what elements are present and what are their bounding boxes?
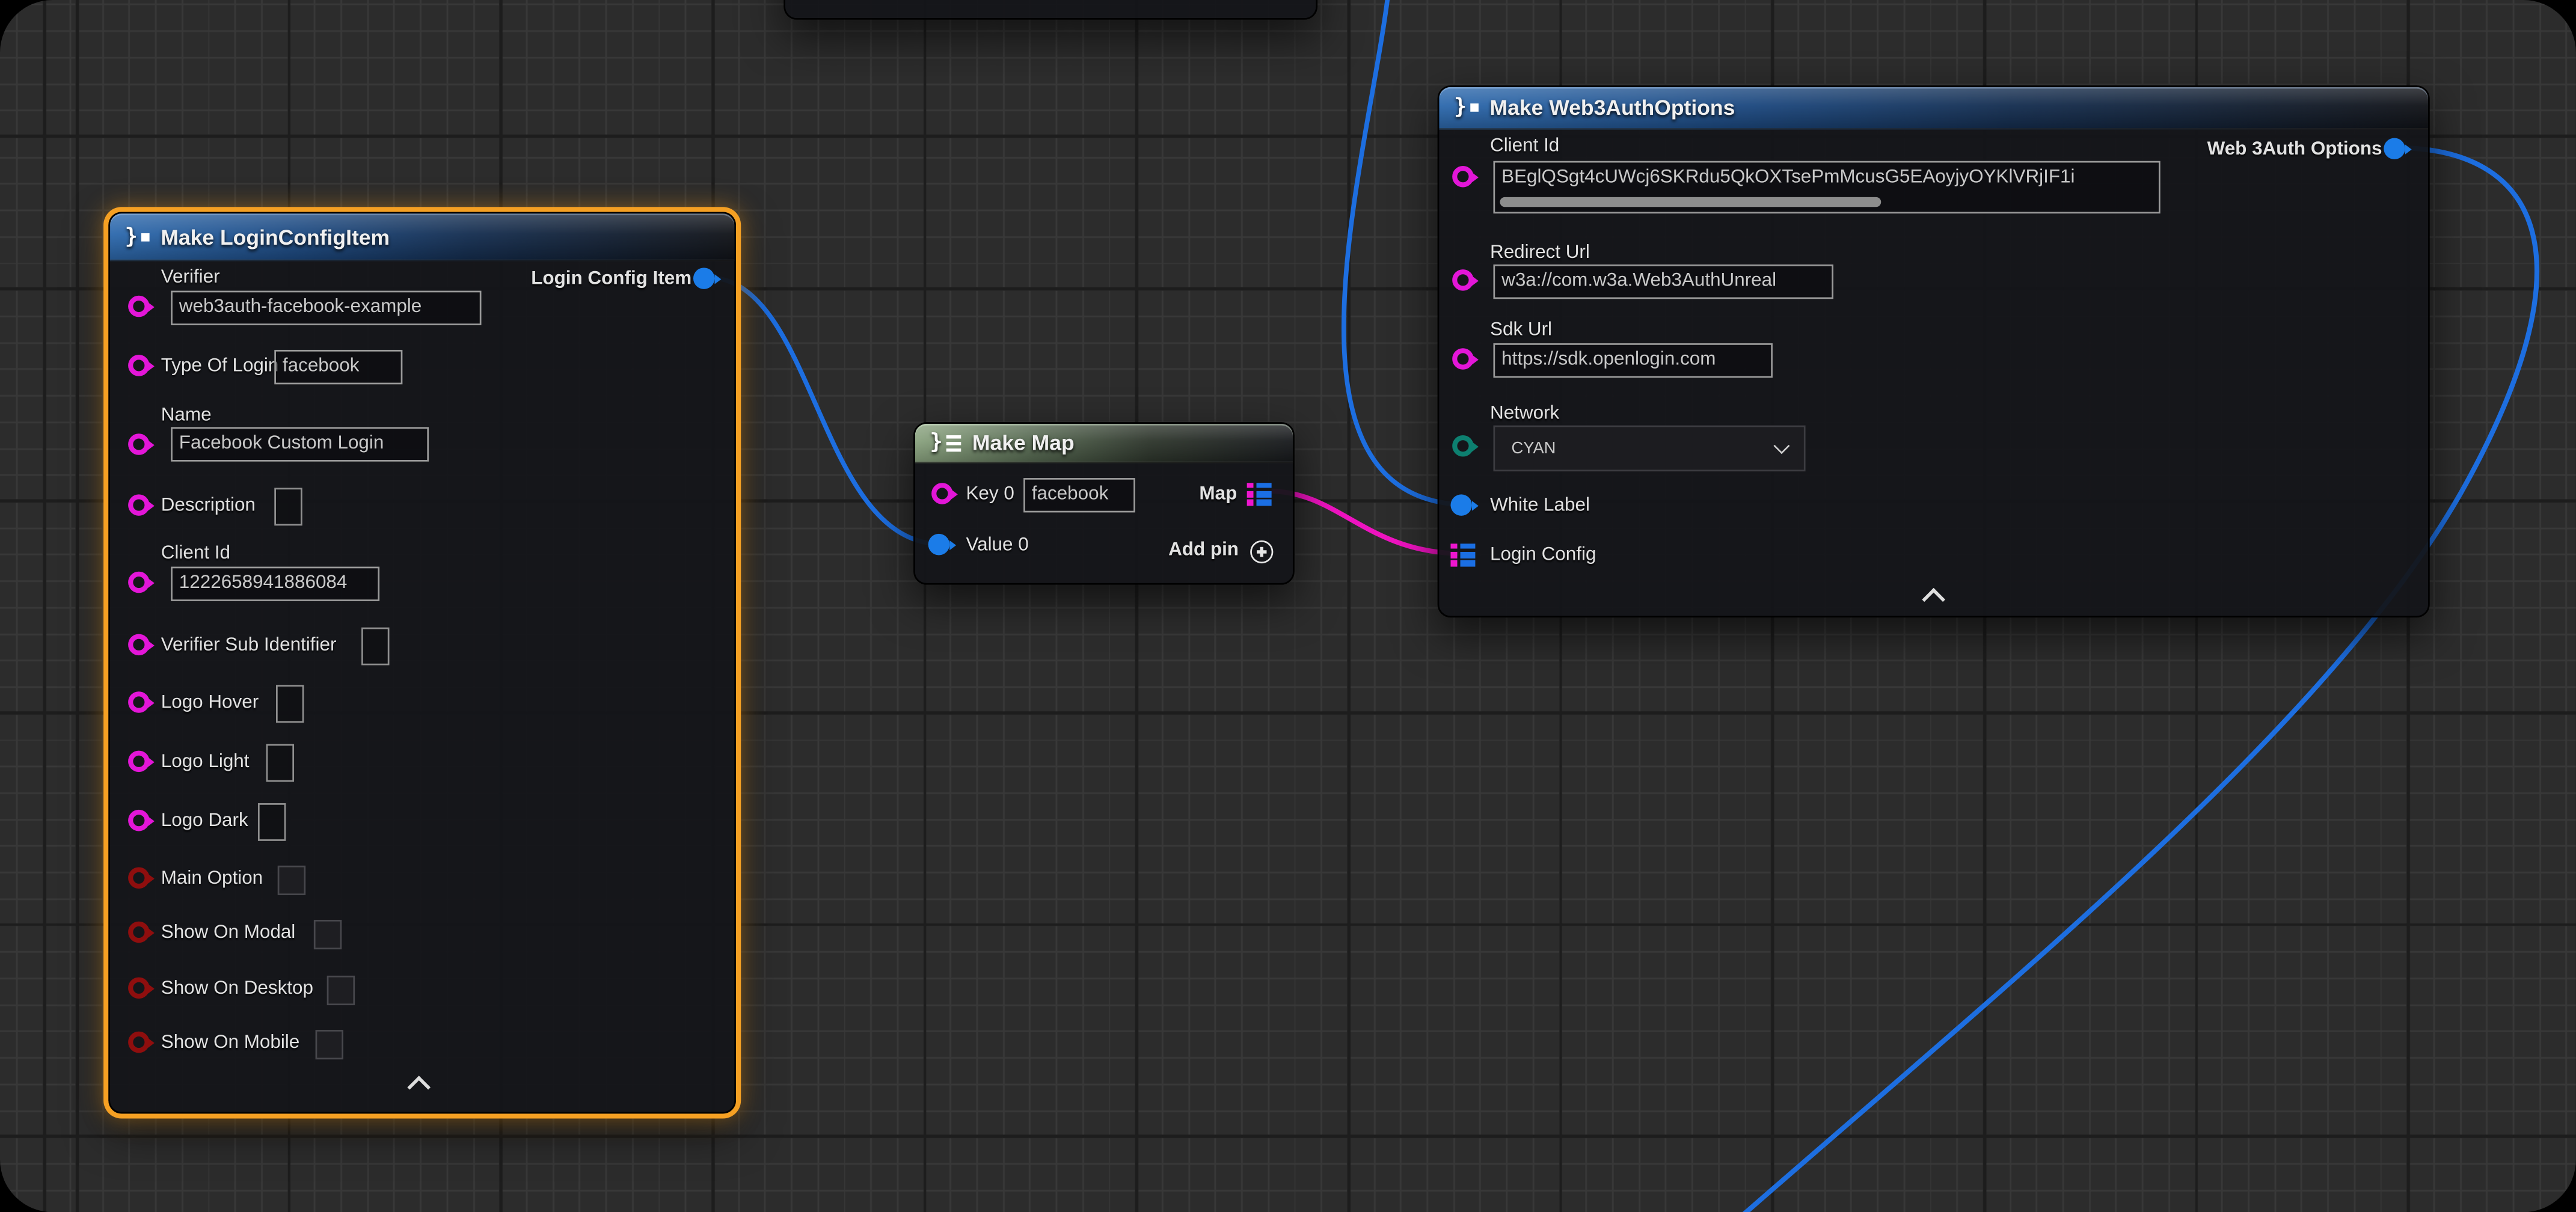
pin-label-sdk-url: Sdk Url: [1490, 320, 1552, 340]
add-pin-label[interactable]: Add pin: [1168, 540, 1239, 560]
output-pin-map[interactable]: [1247, 483, 1272, 507]
pin-label-client-id: Client Id: [1490, 136, 1559, 156]
pin-main-option[interactable]: [128, 868, 150, 889]
show-on-mobile-checkbox[interactable]: [316, 1030, 343, 1059]
dropdown-chevron-icon: [1773, 438, 1789, 454]
pin-white-label[interactable]: [1450, 494, 1472, 516]
pin-redirect-url[interactable]: [1452, 269, 1474, 291]
node-header[interactable]: } Make LoginConfigItem: [110, 213, 734, 261]
wire-map-to-login-config[interactable]: [1272, 491, 1459, 554]
logo-light-input[interactable]: [266, 744, 294, 782]
pin-label-network: Network: [1490, 404, 1559, 424]
wire-login-config-item-to-value0[interactable]: [710, 278, 933, 544]
pin-label-type-of-login: Type Of Login: [161, 357, 279, 376]
pin-label-client-id: Client Id: [161, 543, 230, 563]
blueprint-graph-stage: } Make LoginConfigItem Login Config Item…: [0, 0, 2576, 1212]
pin-network[interactable]: [1452, 435, 1474, 457]
output-pin-label: Web 3Auth Options: [2207, 139, 2382, 159]
pin-label-verifier-sub-identifier: Verifier Sub Identifier: [161, 635, 337, 655]
blueprint-graph-canvas[interactable]: } Make LoginConfigItem Login Config Item…: [0, 0, 2576, 1212]
pin-label-show-on-mobile: Show On Mobile: [161, 1033, 300, 1053]
verifier-input[interactable]: web3auth-facebook-example: [171, 291, 481, 325]
pin-logo-dark[interactable]: [128, 810, 150, 831]
output-pin-label: Login Config Item: [531, 269, 692, 289]
node-title: Make Web3AuthOptions: [1490, 95, 1735, 120]
pin-label-logo-hover: Logo Hover: [161, 693, 259, 713]
node-title: Make LoginConfigItem: [161, 224, 390, 249]
output-pin-login-config-item[interactable]: [693, 268, 715, 289]
pin-sdk-url[interactable]: [1452, 348, 1474, 370]
pin-show-on-desktop[interactable]: [128, 978, 150, 999]
node-title: Make Map: [972, 430, 1075, 455]
node-make-web3auth-options[interactable]: } Make Web3AuthOptions Web 3Auth Options…: [1438, 85, 2430, 617]
pin-verifier-sub-identifier[interactable]: [128, 634, 150, 656]
pin-label-show-on-modal: Show On Modal: [161, 923, 296, 943]
add-pin-icon[interactable]: [1250, 540, 1273, 563]
pin-label-show-on-desktop: Show On Desktop: [161, 979, 313, 999]
node-make-login-config-item[interactable]: } Make LoginConfigItem Login Config Item…: [108, 212, 736, 1113]
network-selected-value: CYAN: [1512, 439, 1556, 458]
description-input[interactable]: [274, 488, 302, 525]
pin-label-white-label: White Label: [1490, 496, 1590, 516]
node-header[interactable]: } Make Web3AuthOptions: [1439, 87, 2428, 130]
pin-label-login-config: Login Config: [1490, 545, 1596, 565]
logo-hover-input[interactable]: [276, 685, 304, 723]
pin-login-config[interactable]: [1450, 543, 1475, 568]
pin-label-description: Description: [161, 496, 256, 516]
sdk-url-input[interactable]: https://sdk.openlogin.com: [1493, 343, 1772, 378]
pin-label-value-0: Value 0: [966, 536, 1028, 556]
pin-logo-hover[interactable]: [128, 691, 150, 713]
pin-logo-light[interactable]: [128, 751, 150, 773]
make-struct-icon: }: [125, 224, 150, 249]
make-struct-icon: }: [1454, 95, 1479, 120]
pin-verifier[interactable]: [128, 296, 150, 317]
client-id-input[interactable]: 1222658941886084: [171, 567, 379, 601]
node-header[interactable]: } Make Map: [915, 424, 1293, 464]
pin-label-redirect-url: Redirect Url: [1490, 243, 1590, 263]
key-0-input[interactable]: facebook: [1023, 478, 1135, 512]
show-on-desktop-checkbox[interactable]: [327, 976, 355, 1005]
name-input[interactable]: Facebook Custom Login: [171, 427, 429, 461]
collapse-node-chevron-icon[interactable]: [407, 1076, 431, 1099]
pin-type-of-login[interactable]: [128, 355, 150, 376]
pin-name[interactable]: [128, 433, 150, 455]
client-id-hscrollbar[interactable]: [1500, 197, 1881, 207]
verifier-sub-identifier-input[interactable]: [361, 628, 389, 666]
pin-label-logo-light: Logo Light: [161, 752, 250, 772]
pin-show-on-modal[interactable]: [128, 922, 150, 943]
network-dropdown[interactable]: CYAN: [1493, 426, 1805, 471]
pin-description[interactable]: [128, 494, 150, 516]
output-pin-web3auth-options[interactable]: [2384, 138, 2405, 159]
output-pin-label-map: Map: [1199, 485, 1237, 504]
pin-key-0[interactable]: [931, 483, 953, 504]
collapse-node-chevron-icon[interactable]: [1922, 588, 1945, 611]
pin-value-0[interactable]: [928, 534, 950, 556]
show-on-modal-checkbox[interactable]: [314, 920, 342, 949]
node-make-map[interactable]: } Make Map Key 0 facebook Map Value 0 Ad…: [913, 422, 1295, 584]
pin-client-id[interactable]: [128, 572, 150, 593]
pin-label-verifier: Verifier: [161, 268, 220, 287]
pin-label-main-option: Main Option: [161, 869, 263, 889]
client-id-value: BEglQSgt4cUWcj6SKRdu5QkOXTsePmMcusG5EAoy…: [1501, 168, 2075, 188]
main-option-checkbox[interactable]: [278, 866, 305, 895]
redirect-url-input[interactable]: w3a://com.w3a.Web3AuthUnreal: [1493, 265, 1833, 299]
pin-show-on-mobile[interactable]: [128, 1032, 150, 1053]
make-map-icon: }: [930, 430, 960, 455]
logo-dark-input[interactable]: [258, 803, 286, 841]
offscreen-node-top[interactable]: [784, 0, 1317, 20]
pin-label-logo-dark: Logo Dark: [161, 812, 248, 831]
pin-label-name: Name: [161, 406, 212, 426]
type-of-login-input[interactable]: facebook: [274, 350, 402, 384]
pin-label-key-0: Key 0: [966, 485, 1014, 504]
pin-client-id[interactable]: [1452, 166, 1474, 188]
client-id-input[interactable]: BEglQSgt4cUWcj6SKRdu5QkOXTsePmMcusG5EAoy…: [1493, 161, 2160, 213]
